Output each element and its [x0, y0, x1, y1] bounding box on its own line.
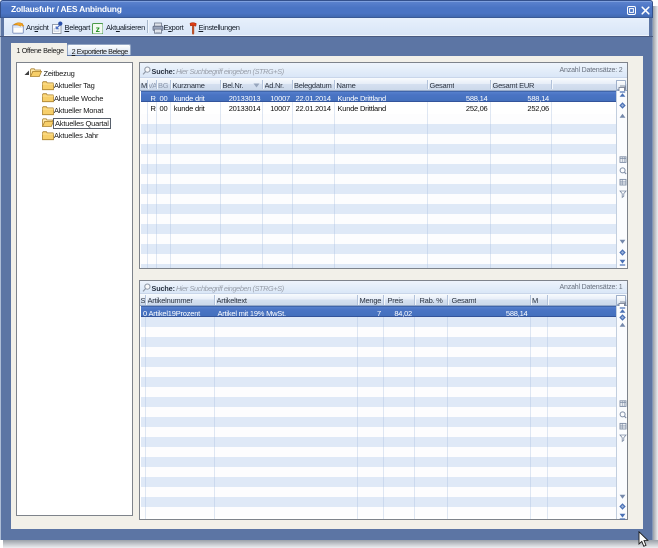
- svg-text:z: z: [95, 23, 99, 33]
